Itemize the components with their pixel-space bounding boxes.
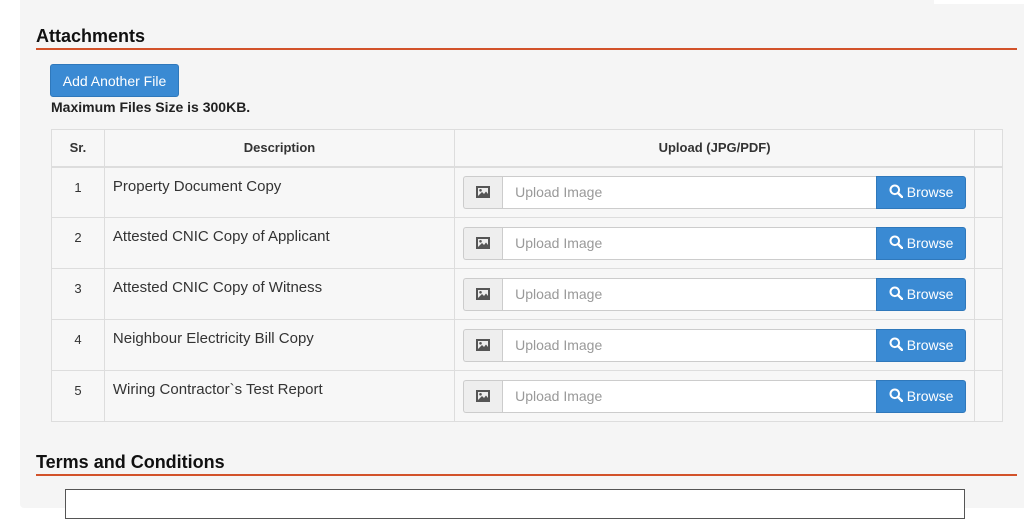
row-sr: 2: [51, 217, 105, 269]
form-panel: Attachments Add Another File Maximum Fil…: [20, 0, 1024, 519]
row-description: Attested CNIC Copy of Witness: [103, 268, 456, 320]
column-header-description: Description: [103, 129, 456, 168]
table-header-row: Sr. Description Upload (JPG/PDF): [51, 129, 1003, 168]
row-extra-cell: [974, 268, 1003, 320]
row-description: Wiring Contractor`s Test Report: [103, 370, 456, 422]
column-header-extra: [974, 129, 1003, 168]
upload-image-input[interactable]: [502, 175, 877, 209]
table-row: 2 Attested CNIC Copy of Applicant Upload…: [51, 217, 1003, 269]
upload-input-group: Browse: [463, 175, 967, 209]
browse-label: Browse: [906, 235, 954, 251]
panel-corner: [934, 0, 1024, 4]
row-extra-cell: [974, 370, 1003, 422]
search-icon: [889, 235, 903, 252]
attachments-table: Sr. Description Upload (JPG/PDF) 1 Prope…: [51, 129, 1003, 422]
row-sr: 5: [51, 370, 105, 422]
image-icon: [463, 379, 503, 413]
row-upload-cell: Browse: [454, 217, 976, 269]
browse-button[interactable]: Browse: [876, 175, 967, 209]
terms-content-box: [65, 489, 965, 519]
row-extra-cell: [974, 319, 1003, 371]
image-icon: [463, 328, 503, 362]
table-row: 4 Neighbour Electricity Bill Copy Upload…: [51, 319, 1003, 371]
table-row: 5 Wiring Contractor`s Test Report Upload…: [51, 370, 1003, 422]
row-extra-cell: [974, 217, 1003, 269]
row-sr: 1: [51, 166, 105, 218]
add-another-file-button[interactable]: Add Another File: [50, 64, 179, 97]
search-icon: [889, 337, 903, 354]
image-icon: [463, 226, 503, 260]
search-icon: [889, 388, 903, 405]
column-header-upload: Upload (JPG/PDF): [454, 129, 976, 168]
row-upload-cell: Browse: [454, 166, 976, 218]
browse-label: Browse: [906, 184, 954, 201]
browse-label: Browse: [906, 337, 954, 353]
browse-button[interactable]: Browse: [876, 328, 967, 362]
attachments-title: Attachments: [36, 26, 1017, 50]
upload-image-input[interactable]: [502, 328, 877, 362]
row-description: Attested CNIC Copy of Applicant: [103, 217, 456, 269]
upload-image-input[interactable]: [502, 226, 877, 260]
search-icon: [889, 184, 903, 201]
browse-label: Browse: [906, 388, 954, 404]
row-sr: 3: [51, 268, 105, 320]
terms-title: Terms and Conditions: [36, 452, 1017, 476]
upload-image-input[interactable]: [502, 379, 877, 413]
upload-input-group: Browse: [463, 379, 967, 413]
row-description: Neighbour Electricity Bill Copy: [103, 319, 456, 371]
table-row: 3 Attested CNIC Copy of Witness Upload I…: [51, 268, 1003, 320]
row-sr: 4: [51, 319, 105, 371]
browse-button[interactable]: Browse: [876, 379, 967, 413]
upload-input-group: Browse: [463, 328, 967, 362]
row-upload-cell: Browse: [454, 370, 976, 422]
column-header-sr: Sr.: [51, 129, 105, 168]
row-extra-cell: [974, 166, 1003, 218]
browse-button[interactable]: Browse: [876, 277, 967, 311]
browse-label: Browse: [906, 286, 954, 302]
upload-input-group: Browse: [463, 277, 967, 311]
row-description: Property Document Copy: [103, 166, 456, 218]
table-row: 1 Property Document Copy Upload Image Br…: [51, 166, 1003, 218]
image-icon: [463, 175, 503, 209]
row-upload-cell: Browse: [454, 268, 976, 320]
max-file-size-note: Maximum Files Size is 300KB.: [51, 99, 251, 115]
row-upload-cell: Browse: [454, 319, 976, 371]
upload-image-input[interactable]: [502, 277, 877, 311]
search-icon: [889, 286, 903, 303]
upload-input-group: Browse: [463, 226, 967, 260]
image-icon: [463, 277, 503, 311]
browse-button[interactable]: Browse: [876, 226, 967, 260]
